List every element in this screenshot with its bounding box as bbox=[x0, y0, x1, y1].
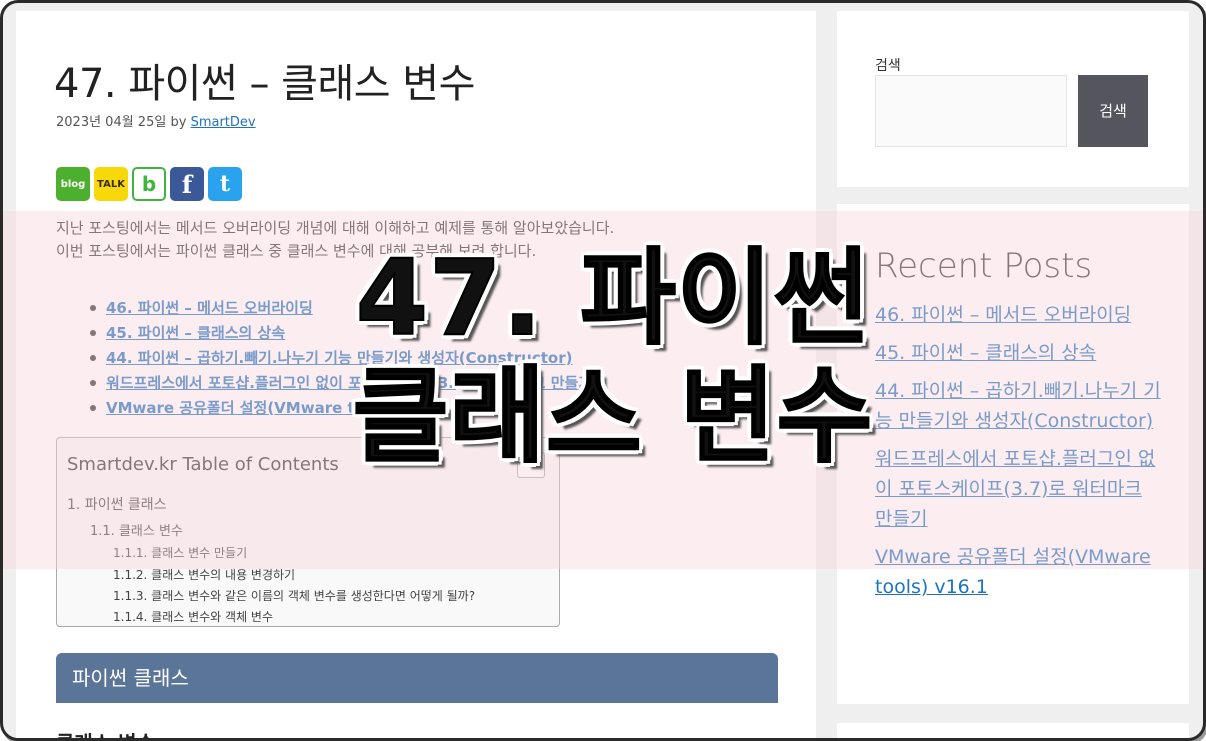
section-heading: 파이썬 클래스 bbox=[56, 653, 778, 703]
post-meta: 2023년 04월 25일 by SmartDev bbox=[56, 111, 256, 130]
blog-icon[interactable]: blog bbox=[56, 167, 90, 201]
facebook-icon[interactable]: f bbox=[170, 167, 204, 201]
overlay-line: 47. 파이썬 bbox=[355, 237, 871, 359]
kakaotalk-icon[interactable]: TALK bbox=[94, 167, 128, 201]
window-frame: 47. 파이썬 – 클래스 변수 2023년 04월 25일 by SmartD… bbox=[0, 0, 1206, 741]
overlay-line: 클래스 변수 bbox=[352, 355, 874, 477]
post-date: 2023년 04월 25일 bbox=[56, 115, 167, 130]
sidebar-widget-next bbox=[837, 723, 1189, 738]
thumbnail-overlay-title: 47. 파이썬 클래스 변수 bbox=[313, 237, 913, 477]
author-link[interactable]: SmartDev bbox=[191, 115, 256, 130]
post-title: 47. 파이썬 – 클래스 변수 bbox=[54, 61, 475, 107]
toc-item[interactable]: 1.1.3. 클래스 변수와 같은 이름의 객체 변수를 생성한다면 어떻게 될… bbox=[113, 587, 475, 604]
search-widget: 검색 검색 bbox=[837, 11, 1189, 187]
share-buttons: blog TALK b f t bbox=[56, 167, 242, 201]
search-label: 검색 bbox=[875, 58, 901, 74]
band-icon[interactable]: b bbox=[132, 167, 166, 201]
post-by: by bbox=[170, 115, 187, 130]
search-input[interactable] bbox=[875, 75, 1067, 147]
twitter-icon[interactable]: t bbox=[208, 167, 242, 201]
search-button[interactable]: 검색 bbox=[1078, 75, 1148, 147]
toc-item[interactable]: 1.1.4. 클래스 변수와 객체 변수 bbox=[113, 608, 273, 625]
sub-heading: 클래스 변수 bbox=[56, 727, 155, 738]
